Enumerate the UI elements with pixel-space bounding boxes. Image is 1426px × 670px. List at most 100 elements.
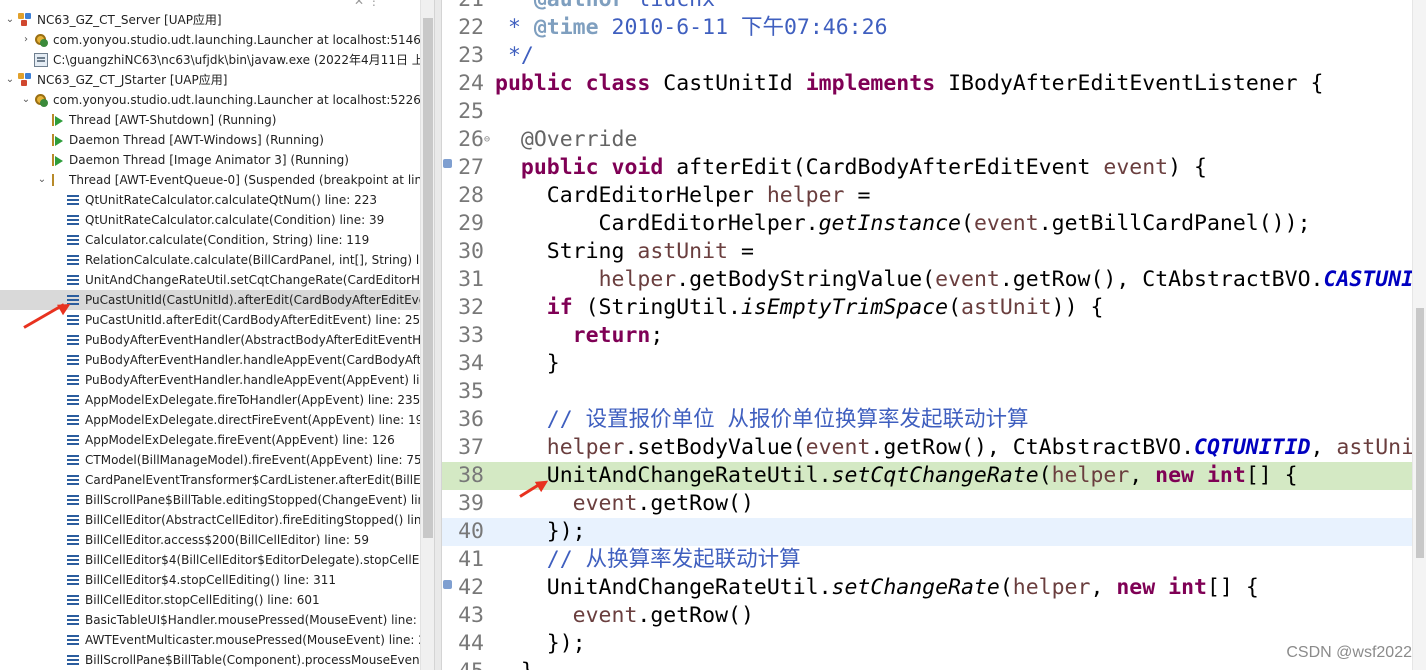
code-line[interactable]: 45 } xyxy=(442,658,1426,670)
code-token: * xyxy=(495,0,534,12)
collapse-chevron-icon[interactable]: ⌄ xyxy=(4,70,16,90)
stack-frame-row[interactable]: RelationCalculate.calculate(BillCardPane… xyxy=(0,250,420,270)
stack-frame-row[interactable]: AppModelExDelegate.fireEvent(AppEvent) l… xyxy=(0,430,420,450)
collapse-chevron-icon[interactable]: ⌄ xyxy=(36,170,48,190)
code-line[interactable]: 39 event.getRow() xyxy=(442,490,1426,518)
code-line[interactable]: 26 ⊖ @Override xyxy=(442,126,1426,154)
code-editor[interactable]: 21 * @author liuchx22 * @time 2010-6-11 … xyxy=(442,0,1426,670)
code-token: event xyxy=(572,491,638,516)
code-line[interactable]: 33 return; xyxy=(442,322,1426,350)
code-line[interactable]: 28 CardEditorHelper helper = xyxy=(442,182,1426,210)
code-line[interactable]: 41 // 从换算率发起联动计算 xyxy=(442,546,1426,574)
line-number: 43 xyxy=(458,603,484,628)
stack-frame-icon xyxy=(66,553,80,567)
stack-frame-row[interactable]: AWTEventMulticaster.mousePressed(MouseEv… xyxy=(0,630,420,650)
thread-row[interactable]: ⌄ Thread [AWT-EventQueue-0] (Suspended (b… xyxy=(0,170,420,190)
code-token: )) { xyxy=(1051,295,1104,320)
code-token: }); xyxy=(495,631,586,656)
code-line[interactable]: 29 CardEditorHelper.getInstance(event.ge… xyxy=(442,210,1426,238)
pane-sash[interactable] xyxy=(434,0,442,670)
code-token: @Override xyxy=(520,127,638,152)
code-line[interactable]: 31 helper.getBodyStringValue(event.getRo… xyxy=(442,266,1426,294)
code-line[interactable]: 32 if (StringUtil.isEmptyTrimSpace(astUn… xyxy=(442,294,1426,322)
stack-frame-row[interactable]: BillCellEditor.access$200(BillCellEditor… xyxy=(0,530,420,550)
code-line[interactable]: 36 // 设置报价单位 从报价单位换算率发起联动计算 xyxy=(442,406,1426,434)
debug-view-scrollbar[interactable] xyxy=(420,0,434,670)
code-line[interactable]: 30 String astUnit = xyxy=(442,238,1426,266)
code-token: // 从换算率发起联动计算 xyxy=(495,547,801,572)
thread-row[interactable]: Thread [AWT-Shutdown] (Running) xyxy=(0,110,420,130)
collapse-chevron-icon[interactable]: ⌄ xyxy=(20,90,32,110)
code-line[interactable]: 21 * @author liuchx xyxy=(442,0,1426,14)
tree-row-label: AppModelExDelegate.directFireEvent(AppEv… xyxy=(85,413,420,427)
stack-frame-icon xyxy=(66,513,80,527)
view-menu-icon[interactable]: ✕ ⋮ xyxy=(354,0,380,8)
code-line[interactable]: 42 UnitAndChangeRateUtil.setChangeRate(h… xyxy=(442,574,1426,602)
code-text: */ xyxy=(495,42,534,70)
code-line[interactable]: 35 xyxy=(442,378,1426,406)
stack-frame-row[interactable]: PuBodyAfterEventHandler.handleAppEvent(C… xyxy=(0,350,420,370)
tree-row-label: BillCellEditor.stopCellEditing() line: 6… xyxy=(85,593,320,607)
thread-row[interactable]: Daemon Thread [AWT-Windows] (Running) xyxy=(0,130,420,150)
thread-row[interactable]: Daemon Thread [Image Animator 3] (Runnin… xyxy=(0,150,420,170)
code-line[interactable]: 37 helper.setBodyValue(event.getRow(), C… xyxy=(442,434,1426,462)
editor-scrollbar[interactable] xyxy=(1412,0,1426,670)
tree-row[interactable]: ⌄ com.yonyou.studio.udt.launching.Launche… xyxy=(0,90,420,110)
tree-row-label: BillCellEditor$4(BillCellEditor$EditorDe… xyxy=(85,553,420,567)
tree-row-label: CardPanelEventTransformer$CardListener.a… xyxy=(85,473,420,487)
tree-row-label: BasicTableUI$Handler.mousePressed(MouseE… xyxy=(85,613,420,627)
tree-row-label: AWTEventMulticaster.mousePressed(MouseEv… xyxy=(85,633,420,647)
stack-frame-row[interactable]: Calculator.calculate(Condition, String) … xyxy=(0,230,420,250)
stack-frame-row[interactable]: BasicTableUI$Handler.mousePressed(MouseE… xyxy=(0,610,420,630)
stack-frame-row[interactable]: BillCellEditor$4.stopCellEditing() line:… xyxy=(0,570,420,590)
tree-row-label: UnitAndChangeRateUtil.setCqtChangeRate(C… xyxy=(85,273,420,287)
code-line[interactable]: 23 */ xyxy=(442,42,1426,70)
stack-frame-row[interactable]: QtUnitRateCalculator.calculateQtNum() li… xyxy=(0,190,420,210)
current-execution-line[interactable]: 38 UnitAndChangeRateUtil.setCqtChangeRat… xyxy=(442,462,1426,490)
code-text: helper.setBodyValue(event.getRow(), CtAb… xyxy=(495,434,1414,462)
code-line[interactable]: 43 event.getRow() xyxy=(442,602,1426,630)
stack-frame-row[interactable]: BillCellEditor(AbstractCellEditor).fireE… xyxy=(0,510,420,530)
stack-frame-row[interactable]: BillScrollPane$BillTable(Component).proc… xyxy=(0,650,420,670)
code-line[interactable]: 25 xyxy=(442,98,1426,126)
stack-frame-row[interactable]: BillScrollPane$BillTable.editingStopped(… xyxy=(0,490,420,510)
stack-frame-row[interactable]: AppModelExDelegate.fireToHandler(AppEven… xyxy=(0,390,420,410)
collapse-chevron-icon[interactable]: ⌄ xyxy=(4,10,16,30)
stack-frame-row[interactable]: BillCellEditor$4(BillCellEditor$EditorDe… xyxy=(0,550,420,570)
tree-row-label: QtUnitRateCalculator.calculateQtNum() li… xyxy=(85,193,378,207)
stack-frame-row[interactable]: PuBodyAfterEventHandler(AbstractBodyAfte… xyxy=(0,330,420,350)
code-line[interactable]: 34 } xyxy=(442,350,1426,378)
fold-toggle-icon[interactable]: ⊖ xyxy=(484,126,490,154)
stack-frame-row[interactable]: UnitAndChangeRateUtil.setCqtChangeRate(C… xyxy=(0,270,420,290)
code-token: .getBodyStringValue( xyxy=(676,267,936,292)
stack-frame-icon xyxy=(66,633,80,647)
code-line[interactable]: 24 public class CastUnitId implements IBo… xyxy=(442,70,1426,98)
expand-chevron-icon[interactable]: › xyxy=(20,30,32,50)
scrollbar-thumb[interactable] xyxy=(423,18,433,538)
code-token: event xyxy=(805,435,871,460)
tree-row-label: NC63_GZ_CT_Server [UAP应用] xyxy=(37,13,222,27)
code-area[interactable]: 21 * @author liuchx22 * @time 2010-6-11 … xyxy=(442,0,1426,670)
stack-frame-row[interactable]: CTModel(BillManageModel).fireEvent(AppEv… xyxy=(0,450,420,470)
stack-frame-row[interactable]: CardPanelEventTransformer$CardListener.a… xyxy=(0,470,420,490)
code-line[interactable]: 44 }); xyxy=(442,630,1426,658)
code-line[interactable]: 22 * @time 2010-6-11 下午07:46:26 xyxy=(442,14,1426,42)
tree-row[interactable]: › com.yonyou.studio.udt.launching.Launche… xyxy=(0,30,420,50)
tree-row-label: BillScrollPane$BillTable.editingStopped(… xyxy=(85,493,420,507)
code-token: , xyxy=(1310,435,1337,460)
tree-row[interactable]: ⌄ NC63_GZ_CT_Server [UAP应用] xyxy=(0,10,420,30)
stack-frame-row[interactable]: BillCellEditor.stopCellEditing() line: 6… xyxy=(0,590,420,610)
scrollbar-thumb[interactable] xyxy=(1416,308,1424,558)
stack-frame-row[interactable]: AppModelExDelegate.directFireEvent(AppEv… xyxy=(0,410,420,430)
stack-frame-row[interactable]: QtUnitRateCalculator.calculate(Condition… xyxy=(0,210,420,230)
code-line[interactable]: 27 public void afterEdit(CardBodyAfterEd… xyxy=(442,154,1426,182)
stack-frame-icon xyxy=(66,273,80,287)
tree-row[interactable]: C:\guangzhiNC63\nc63\ufjdk\bin\javaw.exe… xyxy=(0,50,420,70)
code-line[interactable]: 40 }); xyxy=(442,518,1426,546)
stack-frame-row[interactable]: PuBodyAfterEventHandler.handleAppEvent(A… xyxy=(0,370,420,390)
stack-frame-icon xyxy=(66,333,80,347)
code-token: ( xyxy=(999,575,1013,600)
tree-row[interactable]: ⌄ NC63_GZ_CT_JStarter [UAP应用] xyxy=(0,70,420,90)
code-token: ; xyxy=(650,323,664,348)
